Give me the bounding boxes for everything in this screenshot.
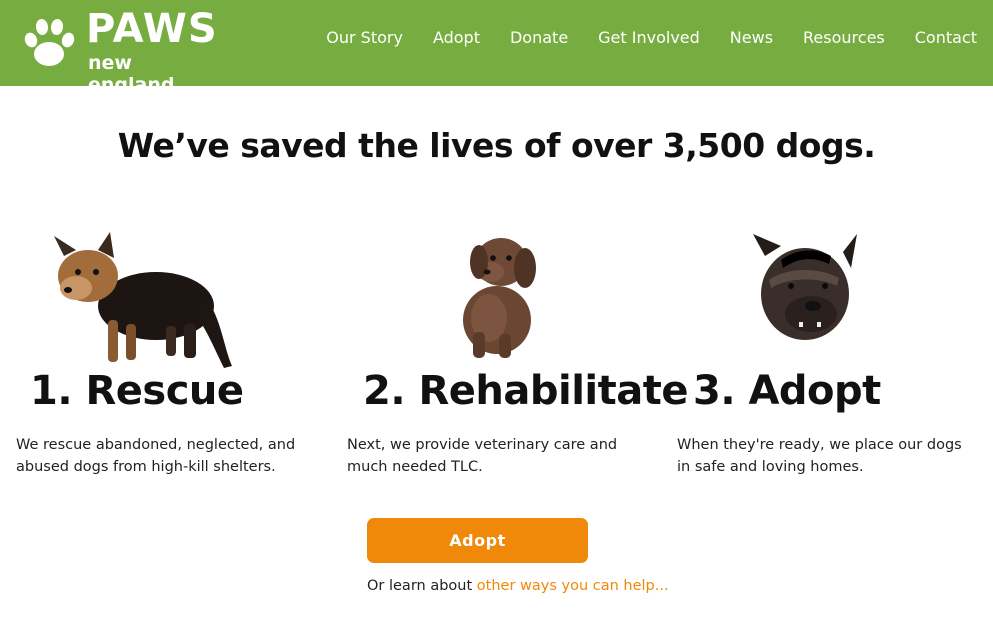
paws-logo[interactable]: PAWS new england (22, 6, 217, 96)
logo-subtitle: new england (88, 52, 175, 96)
nav-news[interactable]: News (730, 27, 773, 49)
main-nav: Our Story Adopt Donate Get Involved News… (296, 27, 977, 49)
adopt-button[interactable]: Adopt (367, 518, 588, 563)
nav-get-involved[interactable]: Get Involved (598, 27, 700, 49)
rehabilitate-dog-image (463, 238, 536, 358)
paw-print-icon (24, 19, 75, 66)
step-title-rescue: 1. Rescue (30, 368, 244, 414)
step-title-rehabilitate: 2. Rehabilitate (363, 368, 688, 414)
page-headline: We’ve saved the lives of over 3,500 dogs… (117, 126, 876, 165)
nav-contact[interactable]: Contact (915, 27, 977, 49)
step-desc-rehabilitate: Next, we provide veterinary care and muc… (347, 437, 618, 475)
nav-our-story[interactable]: Our Story (326, 27, 403, 49)
step-title-adopt: 3. Adopt (693, 368, 881, 414)
learn-more-text: Or learn about other ways you can help..… (367, 578, 669, 594)
step-desc-rescue: We rescue abandoned, neglected, and abus… (16, 437, 296, 475)
logo-title: PAWS (86, 6, 218, 52)
adopt-dog-image (753, 234, 857, 340)
step-desc-adopt: When they're ready, we place our dogs in… (677, 437, 962, 475)
learn-more-prefix: Or learn about (367, 578, 473, 594)
site-header: PAWS new england Our Story Adopt Donate … (0, 0, 993, 96)
rescue-dog-image (54, 232, 232, 368)
other-ways-link[interactable]: other ways you can help... (477, 578, 669, 594)
nav-donate[interactable]: Donate (510, 27, 568, 49)
nav-adopt[interactable]: Adopt (433, 27, 480, 49)
nav-resources[interactable]: Resources (803, 27, 885, 49)
